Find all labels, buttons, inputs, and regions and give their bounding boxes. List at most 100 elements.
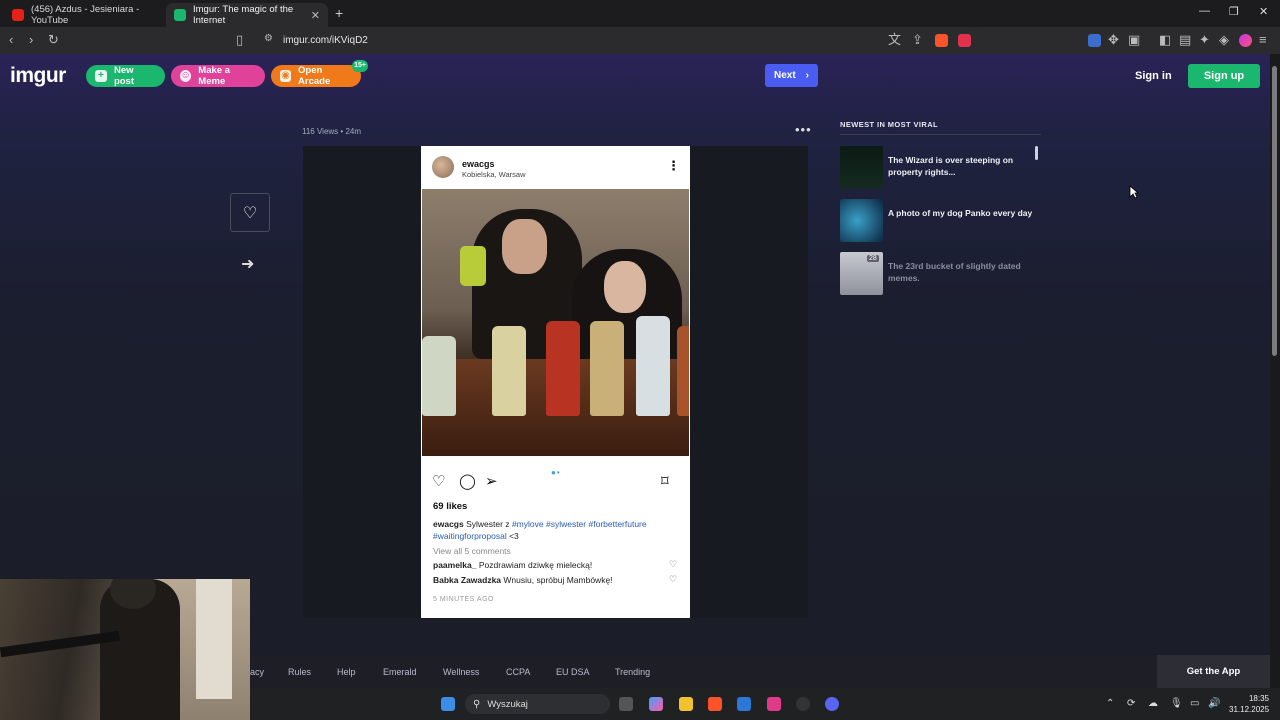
browser-toolbar: ‹ › ↻ ▯ ⚙ imgur.com/iKViqD2 文 ⇪ ✥ ▣ ◧ ▤ … <box>0 27 1280 54</box>
sign-up-button[interactable]: Sign up <box>1188 64 1260 88</box>
carousel-dots: ●• <box>551 468 561 477</box>
imgur-logo[interactable]: imgur <box>10 64 66 88</box>
next-button[interactable]: Next › <box>765 64 818 87</box>
tab-title: Imgur: The magic of the Internet <box>193 4 294 26</box>
tab-title: (456) Azdus - Jesieniara - YouTube <box>31 4 140 26</box>
comment-user: Babka Zawadzka <box>433 575 502 585</box>
tab-youtube[interactable]: (456) Azdus - Jesieniara - YouTube <box>4 3 164 27</box>
footer-link-rules[interactable]: Rules <box>288 667 311 677</box>
caption-text: Sylwester z <box>466 519 510 529</box>
discord-icon[interactable] <box>825 697 839 711</box>
bookmark-icon[interactable]: ▯ <box>236 32 243 48</box>
ig-username: ewacgs <box>462 159 495 169</box>
close-tab-icon[interactable]: ✕ <box>311 9 320 22</box>
copilot-icon[interactable] <box>649 697 663 711</box>
search-placeholder: Wyszukaj <box>487 698 528 710</box>
site-info-icon[interactable]: ⚙ <box>264 33 273 44</box>
profile-icon[interactable] <box>1239 34 1252 47</box>
sidebar-post-item[interactable]: A photo of my dog Panko every day <box>840 199 1041 243</box>
tray-volume-icon[interactable]: 🔊 <box>1208 698 1220 709</box>
new-post-button[interactable]: + New post <box>86 65 165 87</box>
imgur-favicon-icon <box>174 9 186 21</box>
minimize-icon[interactable]: — <box>1199 5 1210 17</box>
address-bar[interactable]: ⚙ imgur.com/iKViqD2 <box>258 30 982 51</box>
brave-rewards-icon[interactable] <box>958 34 971 47</box>
taskbar-clock[interactable]: 18:35 31.12.2025 <box>1229 693 1269 715</box>
plus-icon: + <box>95 70 107 82</box>
ig-comment: paamelka_ Pozdrawiam dziwkę mielecką! <box>433 560 673 570</box>
scrollbar-thumb[interactable] <box>1272 66 1277 356</box>
caption-end: <3 <box>509 531 519 541</box>
hashtag: #forbetterfuture <box>588 519 647 529</box>
obs-icon[interactable] <box>796 697 810 711</box>
sign-in-link[interactable]: Sign in <box>1135 70 1172 82</box>
tray-cloud-icon[interactable]: ☁ <box>1148 698 1158 709</box>
reload-icon[interactable]: ↻ <box>48 32 59 48</box>
open-arcade-button[interactable]: ◉ Open Arcade <box>271 65 361 87</box>
get-the-app-button[interactable]: Get the App <box>1157 655 1270 688</box>
translate-icon[interactable]: 文 <box>888 32 901 48</box>
close-window-icon[interactable]: ✕ <box>1259 5 1268 18</box>
share-icon[interactable]: ⇪ <box>912 32 923 48</box>
footer-link-emerald[interactable]: Emerald <box>383 667 417 677</box>
footer-link-trending[interactable]: Trending <box>615 667 650 677</box>
wallet-icon[interactable]: ▤ <box>1179 32 1191 48</box>
hashtag: #sylwester <box>545 519 587 529</box>
comment-heart-icon: ♡ <box>669 559 678 569</box>
back-icon[interactable]: ‹ <box>9 32 13 48</box>
caption-user: ewacgs <box>433 519 464 529</box>
store-icon[interactable] <box>737 697 751 711</box>
windows-taskbar <box>250 688 1280 720</box>
extension-icon[interactable] <box>1088 34 1101 47</box>
sidebar-toggle-icon[interactable]: ◧ <box>1159 32 1171 48</box>
view-all-comments: View all 5 comments <box>433 546 511 556</box>
tray-mic-icon[interactable]: 🎙 <box>1170 698 1183 709</box>
windows-start-icon[interactable] <box>441 697 455 711</box>
share-arrow-icon[interactable]: ➜ <box>241 254 254 274</box>
post-thumbnail <box>840 199 883 242</box>
footer-link-eu-dsa[interactable]: EU DSA <box>556 667 590 677</box>
view-count: 116 Views <box>302 127 339 136</box>
couple-photo <box>422 189 689 456</box>
brave-nightly-icon[interactable] <box>767 697 781 711</box>
tray-chevron-up-icon[interactable]: ⌃ <box>1106 698 1114 709</box>
page-scrollbar[interactable] <box>1270 54 1280 688</box>
tray-network-icon[interactable]: ▭ <box>1190 698 1199 709</box>
brave-icon[interactable] <box>708 697 722 711</box>
avatar <box>432 156 454 178</box>
heart-icon: ♡ <box>432 473 446 490</box>
sidebar-post-item[interactable]: 28 The 23rd bucket of slightly dated mem… <box>840 252 1041 296</box>
open-arcade-label: Open Arcade <box>298 65 331 87</box>
send-icon: ➢ <box>485 473 498 490</box>
screenshot-icon[interactable]: ▣ <box>1128 32 1140 48</box>
footer-link-ccpa[interactable]: CCPA <box>506 667 530 677</box>
make-meme-button[interactable]: ☺ Make a Meme <box>171 65 265 87</box>
forward-icon[interactable]: › <box>29 32 33 48</box>
youtube-icon <box>12 9 24 21</box>
leo-ai-icon[interactable]: ✦ <box>1199 32 1210 48</box>
post-title: A photo of my dog Panko every day <box>888 208 1033 218</box>
hashtag: #mylove <box>511 519 544 529</box>
post-title: The 23rd bucket of slightly dated memes. <box>888 261 1021 283</box>
brave-shield-icon[interactable] <box>935 34 948 47</box>
new-tab-button[interactable]: + <box>335 5 343 21</box>
sidebar-scroll-indicator[interactable] <box>1035 146 1038 160</box>
post-options-icon[interactable]: ••• <box>795 122 812 137</box>
footer-link-wellness[interactable]: Wellness <box>443 667 479 677</box>
tab-imgur[interactable]: Imgur: The magic of the Internet ✕ <box>166 3 328 27</box>
taskbar-search[interactable]: ⚲ Wyszukaj <box>465 694 610 714</box>
footer-link-privacy[interactable]: acy <box>250 667 264 677</box>
tray-sync-icon[interactable]: ⟳ <box>1127 698 1135 709</box>
sidebar-post-item[interactable]: The Wizard is over steeping on property … <box>840 146 1041 190</box>
favorite-heart-icon[interactable]: ♡ <box>230 193 270 232</box>
extensions-puzzle-icon[interactable]: ✥ <box>1108 32 1119 48</box>
clock-time: 18:35 <box>1248 694 1269 703</box>
task-view-icon[interactable] <box>619 697 633 711</box>
restore-icon[interactable]: ❐ <box>1229 5 1239 18</box>
ig-location: Kobielska, Warsaw <box>462 170 526 179</box>
file-explorer-icon[interactable] <box>679 697 693 711</box>
menu-icon[interactable]: ≡ <box>1259 32 1267 48</box>
footer-link-help[interactable]: Help <box>337 667 356 677</box>
vpn-icon[interactable]: ◈ <box>1219 32 1229 48</box>
hashtag: #waitingforproposal <box>433 531 507 541</box>
